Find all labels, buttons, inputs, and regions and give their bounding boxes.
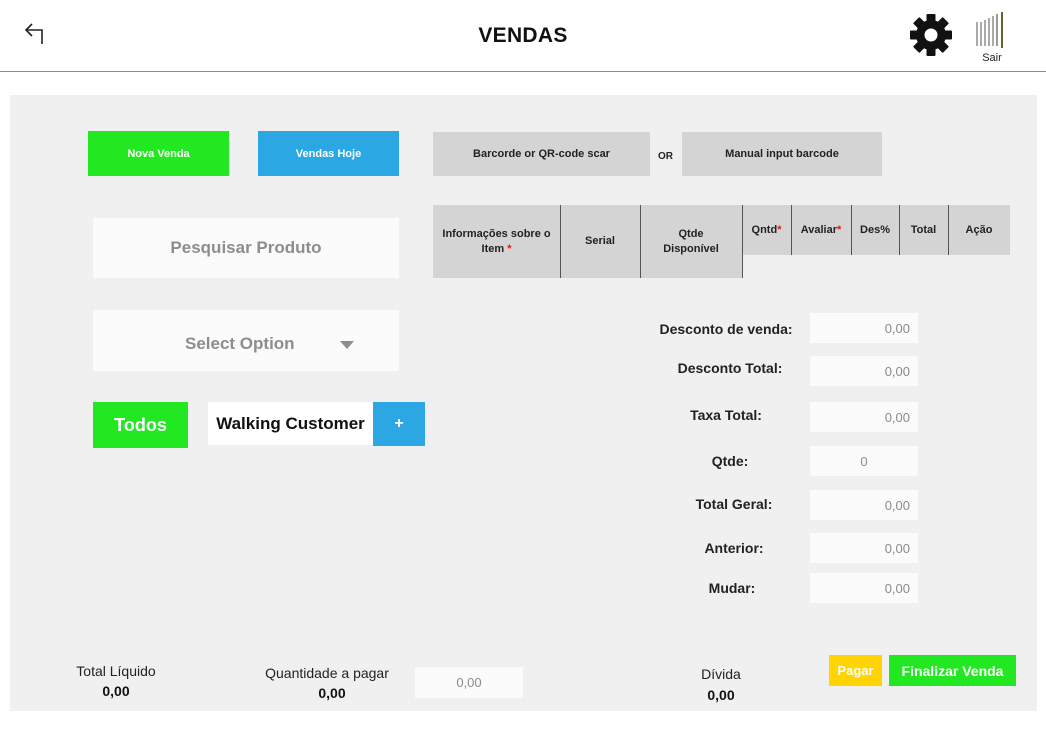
page-title: VENDAS (478, 24, 568, 47)
manual-barcode-button[interactable]: Manual input barcode (682, 132, 882, 176)
total-discount-label: Desconto Total: (677, 360, 783, 376)
product-search-input[interactable]: Pesquisar Produto (93, 218, 399, 278)
today-sales-button[interactable]: Vendas Hoje (258, 131, 399, 176)
customer-field[interactable]: Walking Customer (208, 402, 373, 445)
column-divider (791, 205, 792, 255)
or-separator: OR (658, 151, 673, 162)
barcode-scan-button[interactable]: Barcorde or QR-code scar (433, 132, 650, 176)
new-sale-button[interactable]: Nova Venda (88, 131, 229, 176)
amount-to-pay-label: Quantidade a pagar (265, 665, 389, 681)
debt-value: 0,00 (707, 687, 735, 703)
grand-total-value: 0,00 (810, 490, 918, 520)
previous-label: Anterior: (704, 540, 764, 556)
change-value: 0,00 (810, 573, 918, 603)
gear-icon[interactable] (908, 12, 954, 58)
previous-value: 0,00 (810, 533, 918, 563)
all-filter-button[interactable]: Todos (93, 402, 188, 448)
sale-discount-input[interactable]: 0,00 (810, 313, 918, 343)
total-tax-label: Taxa Total: (690, 407, 762, 423)
quantity-value: 0 (810, 446, 918, 476)
column-divider (899, 205, 900, 255)
column-header-total: Total (899, 205, 948, 255)
column-divider (851, 205, 852, 255)
total-tax-value: 0,00 (810, 402, 918, 432)
sale-discount-label: Desconto de venda: (659, 321, 793, 337)
column-header-item-info: Informações sobre o Item * (433, 205, 560, 278)
option-select[interactable]: Select Option (93, 310, 399, 371)
column-header-qty: Qntd* (742, 205, 791, 255)
column-header-rate: Avaliar* (791, 205, 851, 255)
column-header-serial: Serial (560, 205, 640, 278)
option-select-value: Select Option (185, 334, 295, 353)
logout-button[interactable]: Sair (972, 12, 1012, 68)
column-divider (560, 205, 561, 278)
debt-label: Dívida (701, 666, 741, 682)
payment-amount-input[interactable]: 0,00 (415, 667, 523, 698)
column-divider (742, 205, 743, 278)
column-header-discount-percent: Des% (851, 205, 899, 255)
column-header-available-qty: Qtde Disponível (640, 205, 742, 278)
logout-icon (976, 12, 1003, 48)
add-customer-button[interactable]: + (373, 402, 425, 446)
quantity-label: Qtde: (711, 453, 749, 469)
amount-to-pay-value: 0,00 (318, 685, 346, 701)
column-divider (640, 205, 641, 278)
finalize-sale-button[interactable]: Finalizar Venda (889, 655, 1016, 686)
net-total-label: Total Líquido (76, 663, 156, 679)
net-total-value: 0,00 (102, 683, 130, 699)
pay-button[interactable]: Pagar (829, 655, 882, 686)
app-header: VENDAS Sair (0, 0, 1046, 72)
column-divider (948, 205, 949, 255)
grand-total-label: Total Geral: (695, 496, 773, 512)
total-discount-value: 0,00 (810, 356, 918, 386)
change-label: Mudar: (708, 580, 756, 596)
column-header-action: Ação (948, 205, 1010, 255)
logout-label: Sair (982, 52, 1002, 64)
chevron-down-icon (340, 341, 354, 349)
